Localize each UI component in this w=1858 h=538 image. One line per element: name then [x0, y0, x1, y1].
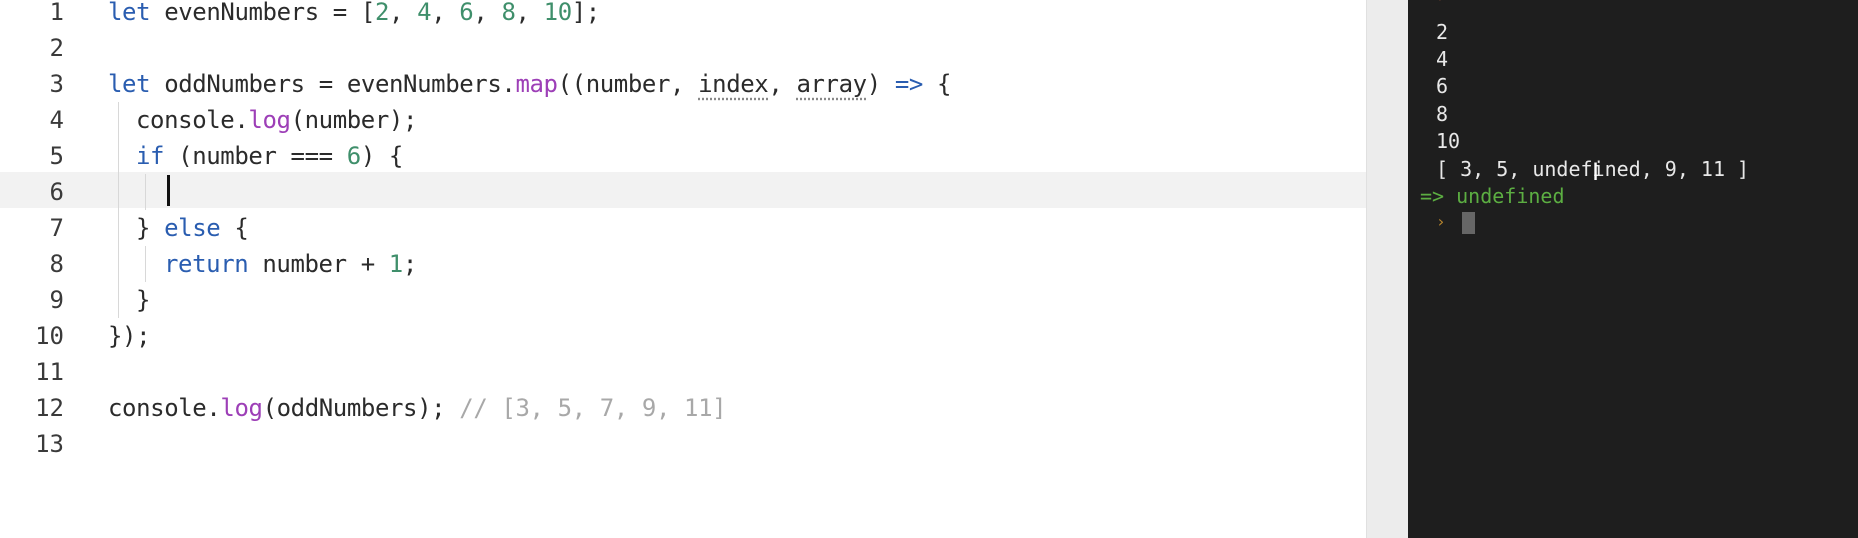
console-output-line: 2: [1436, 20, 1449, 44]
code-text: oddNumbers = evenNumbers.: [150, 70, 516, 98]
line-number: 12: [35, 394, 64, 422]
keyword: let: [108, 70, 151, 98]
code-line-7[interactable]: } else {: [136, 210, 249, 246]
number-literal: 1: [388, 250, 403, 278]
line-number: 6: [49, 178, 64, 206]
code-line-1[interactable]: let evenNumbers = [2, 4, 6, 8, 10];: [108, 0, 600, 30]
code-text: ];: [571, 0, 601, 26]
number-literal: 6: [346, 142, 361, 170]
arrow-operator: =>: [894, 70, 924, 98]
code-text: }: [136, 286, 151, 314]
ibeam-cursor-icon: I: [1592, 158, 1600, 186]
unused-param: index: [698, 70, 769, 98]
previous-prompt-icon: ›: [1436, 0, 1447, 7]
line-number: 4: [49, 106, 64, 134]
code-text: ;: [402, 250, 417, 278]
app-window: 1 2 3 4 5 6 7 8 9 10 11 12 13 let evenNu…: [0, 0, 1858, 538]
prompt-icon: ›: [1436, 212, 1446, 231]
console-output-line: 6: [1436, 74, 1449, 98]
console-return-line: => undefined: [1420, 182, 1565, 210]
console-output-line: 4: [1436, 47, 1449, 71]
indent-guide: [145, 246, 146, 282]
code-text: ,: [515, 0, 544, 26]
code-line-9[interactable]: }: [136, 282, 150, 318]
code-comment: // [3, 5, 7, 9, 11]: [459, 394, 727, 422]
code-text: number +: [248, 250, 389, 278]
code-text: ) {: [360, 142, 404, 170]
active-line-highlight: [0, 172, 1390, 208]
number-literal: 10: [543, 0, 573, 26]
code-text: ,: [431, 0, 460, 26]
keyword: let: [108, 0, 151, 26]
code-line-10[interactable]: });: [108, 318, 151, 354]
number-literal: 2: [374, 0, 390, 26]
method-name: log: [248, 106, 291, 134]
code-text: {: [922, 70, 952, 98]
panel-splitter[interactable]: [1366, 0, 1409, 538]
line-number: 7: [49, 214, 64, 242]
line-number: 2: [49, 34, 64, 62]
console-input-cursor[interactable]: [1462, 212, 1475, 234]
text-caret: [167, 175, 170, 206]
console-output-line: 8: [1436, 102, 1449, 126]
line-number: 10: [35, 322, 64, 350]
line-number: 3: [49, 70, 64, 98]
code-line-3[interactable]: let oddNumbers = evenNumbers.map((number…: [108, 66, 951, 102]
code-text: evenNumbers = [: [150, 0, 375, 26]
number-literal: 4: [417, 0, 432, 26]
code-text: console.: [136, 106, 249, 134]
return-value: undefined: [1456, 184, 1565, 208]
indent-guide: [118, 102, 119, 318]
code-text: ,: [768, 70, 797, 98]
code-text: (oddNumbers);: [262, 394, 460, 422]
code-text: ((number,: [557, 70, 699, 98]
code-text: {: [220, 214, 249, 242]
code-text: console.: [108, 394, 221, 422]
line-number: 11: [35, 358, 64, 386]
indent-guide: [145, 174, 146, 210]
code-text: ,: [473, 0, 502, 26]
code-text: });: [108, 322, 151, 350]
code-editor[interactable]: 1 2 3 4 5 6 7 8 9 10 11 12 13 let evenNu…: [0, 0, 1390, 538]
line-number: 9: [49, 286, 64, 314]
code-line-4[interactable]: console.log(number);: [136, 102, 417, 138]
code-text: (number ===: [164, 142, 347, 170]
keyword: else: [164, 214, 221, 242]
code-text: }: [136, 214, 165, 242]
unused-param: array: [796, 70, 867, 98]
return-arrow: =>: [1420, 184, 1445, 208]
line-number: 1: [49, 0, 64, 26]
code-line-12[interactable]: console.log(oddNumbers); // [3, 5, 7, 9,…: [108, 390, 727, 426]
console-output-line: 10: [1436, 129, 1461, 153]
code-text: (number);: [290, 106, 418, 134]
keyword: if: [136, 142, 165, 170]
line-number: 13: [35, 430, 64, 458]
line-number: 5: [49, 142, 64, 170]
number-literal: 6: [459, 0, 474, 26]
code-text: ): [866, 70, 895, 98]
code-line-8[interactable]: return number + 1;: [164, 246, 417, 282]
line-number: 8: [49, 250, 64, 278]
method-name: map: [515, 70, 558, 98]
keyword: return: [164, 250, 249, 278]
code-text: ,: [389, 0, 418, 26]
number-literal: 8: [501, 0, 516, 26]
method-name: log: [220, 394, 263, 422]
console-panel[interactable]: › 2 4 6 8 10 [ 3, 5, undefined, 9, 11 ] …: [1408, 0, 1858, 538]
code-line-5[interactable]: if (number === 6) {: [136, 138, 403, 174]
